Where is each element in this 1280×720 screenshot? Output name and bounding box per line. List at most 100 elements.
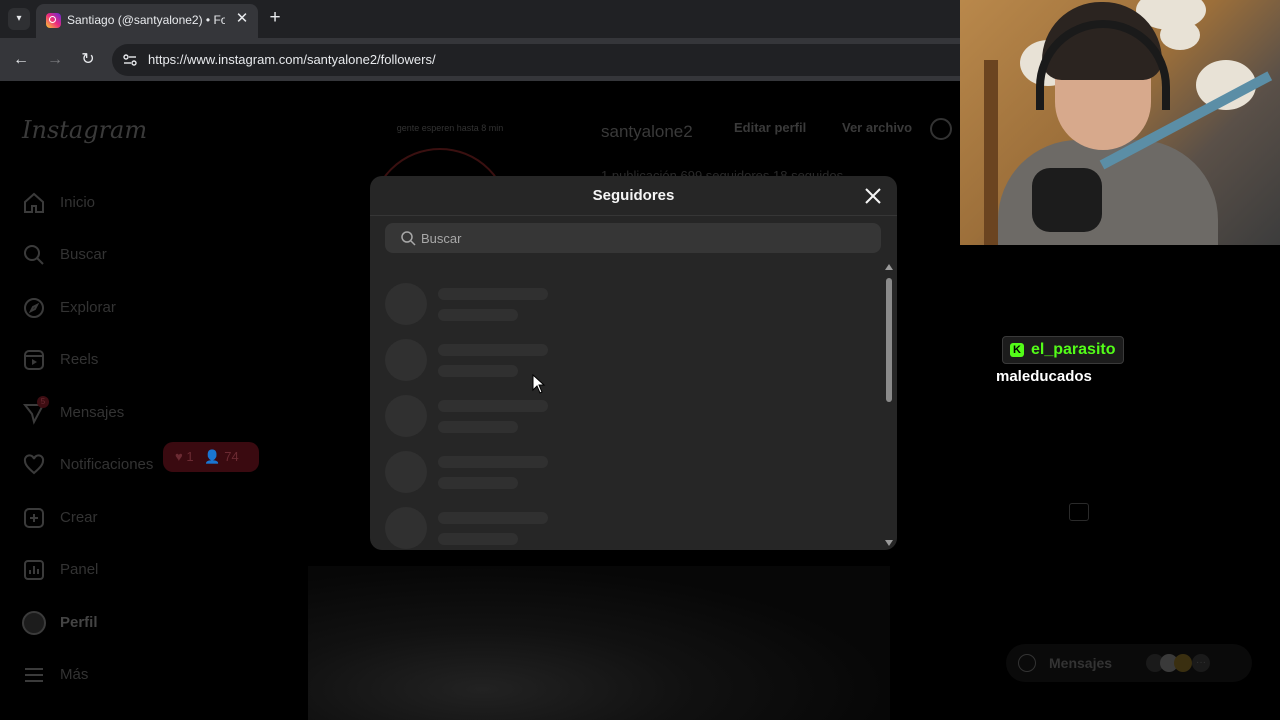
- person-small-icon: 👤: [204, 449, 221, 464]
- sidebar-item-perfil[interactable]: Perfil: [22, 608, 282, 638]
- scroll-down-arrow-icon[interactable]: [885, 540, 893, 546]
- sidebar-item-label: Inicio: [60, 194, 96, 211]
- sidebar-item-label: Mensajes: [60, 404, 125, 421]
- compass-icon: [24, 298, 44, 318]
- follower-skeleton-row: [385, 451, 845, 495]
- kick-logo-icon: K: [1010, 343, 1024, 357]
- followers-modal: Seguidores: [370, 176, 897, 550]
- instagram-sidebar: Instagram Inicio Buscar Explorar Reels M…: [0, 82, 300, 720]
- chart-icon: [24, 560, 44, 580]
- sidebar-item-label: Crear: [60, 509, 98, 526]
- follower-skeleton-row: [385, 283, 845, 327]
- sidebar-item-mas[interactable]: Más: [22, 660, 282, 690]
- browser-tab-active[interactable]: Santiago (@santyalone2) • Foto ✕: [36, 4, 258, 38]
- skeleton-line: [438, 477, 518, 489]
- sidebar-item-label: Perfil: [60, 614, 98, 631]
- url-text: https://www.instagram.com/santyalone2/fo…: [148, 52, 436, 67]
- modal-scrollbar[interactable]: [882, 264, 897, 550]
- back-arrow-icon[interactable]: ←: [10, 49, 32, 71]
- profile-note: gente esperen hasta 8 min: [396, 123, 504, 133]
- skeleton-line: [438, 288, 548, 300]
- wall-sticker: [1160, 20, 1200, 50]
- avatar-icon: [22, 611, 46, 635]
- skeleton-avatar: [385, 283, 427, 325]
- search-input[interactable]: [421, 223, 861, 253]
- sidebar-item-label: Reels: [60, 351, 99, 368]
- sidebar-item-label: Panel: [60, 561, 99, 578]
- follower-skeleton-row: [385, 395, 845, 439]
- followers-count: 74: [224, 449, 239, 464]
- new-tab-button[interactable]: +: [266, 8, 284, 28]
- skeleton-line: [438, 365, 518, 377]
- tab-close-icon[interactable]: ✕: [233, 10, 251, 28]
- skeleton-line: [438, 309, 518, 321]
- heart-small-icon: ♥: [175, 449, 183, 464]
- modal-header: Seguidores: [370, 176, 897, 216]
- scrollbar-thumb[interactable]: [886, 278, 892, 402]
- scroll-up-arrow-icon[interactable]: [885, 264, 893, 270]
- instagram-favicon-icon: [46, 13, 61, 28]
- search-icon: [24, 245, 44, 265]
- chat-username-badge: K el_parasito: [1002, 336, 1125, 364]
- close-icon[interactable]: [862, 185, 884, 207]
- sidebar-item-crear[interactable]: Crear: [22, 503, 282, 533]
- webcam-overlay: [960, 0, 1280, 245]
- profile-post-thumbnail: [308, 566, 890, 720]
- gear-icon: [930, 118, 952, 140]
- microphone-icon: [1032, 168, 1102, 232]
- messages-label: Mensajes: [1049, 655, 1113, 671]
- sidebar-item-label: Más: [60, 666, 89, 683]
- notifications-pill[interactable]: ♥ 1 👤 74: [163, 442, 259, 472]
- reload-icon[interactable]: ↻: [77, 49, 99, 71]
- chat-username: el_parasito: [1031, 341, 1116, 358]
- sidebar-item-panel[interactable]: Panel: [22, 555, 282, 585]
- sidebar-item-label: Notificaciones: [60, 456, 154, 473]
- sidebar-item-inicio[interactable]: Inicio: [22, 188, 282, 218]
- skeleton-line: [438, 533, 518, 545]
- messages-floating-button[interactable]: Mensajes ···: [1006, 644, 1252, 682]
- skeleton-avatar: [385, 339, 427, 381]
- guitar-neck: [984, 60, 998, 245]
- follower-skeleton-row: [385, 339, 845, 383]
- sidebar-item-explorar[interactable]: Explorar: [22, 293, 282, 323]
- reels-icon: [24, 350, 44, 370]
- messages-badge: 5: [37, 396, 49, 408]
- skeleton-line: [438, 456, 548, 468]
- chat-message: maleducados: [996, 368, 1092, 385]
- edit-profile-button: Editar perfil: [734, 120, 807, 135]
- modal-title: Seguidores: [592, 187, 675, 204]
- skeleton-line: [438, 344, 548, 356]
- skeleton-line: [438, 400, 548, 412]
- forward-arrow-icon[interactable]: →: [44, 49, 66, 71]
- instagram-logo[interactable]: Instagram: [22, 116, 147, 144]
- search-icon: [401, 231, 416, 246]
- skeleton-avatar: [385, 507, 427, 549]
- profile-username: santyalone2: [601, 122, 693, 141]
- site-settings-icon[interactable]: [122, 52, 138, 68]
- sidebar-item-label: Explorar: [60, 299, 116, 316]
- mouse-cursor-icon: [532, 374, 546, 394]
- skeleton-avatar: [385, 395, 427, 437]
- skeleton-line: [438, 512, 548, 524]
- likes-count: 1: [186, 449, 194, 464]
- sidebar-item-reels[interactable]: Reels: [22, 345, 282, 375]
- view-archive-button: Ver archivo: [842, 120, 913, 135]
- tagged-icon: [1069, 503, 1089, 521]
- menu-icon: [25, 668, 43, 682]
- more-icon: ···: [1192, 654, 1210, 672]
- skeleton-avatar: [385, 451, 427, 493]
- follower-skeleton-row: [385, 507, 845, 550]
- followers-search[interactable]: [385, 223, 881, 253]
- avatar: [1174, 654, 1192, 672]
- screen: ▾ Santiago (@santyalone2) • Foto ✕ + ← →…: [0, 0, 1280, 720]
- skeleton-line: [438, 421, 518, 433]
- messages-avatars: ···: [1146, 654, 1226, 672]
- heart-icon: [23, 454, 45, 475]
- messenger-icon: [1018, 654, 1036, 672]
- sidebar-item-mensajes[interactable]: Mensajes: [22, 398, 282, 428]
- tab-search-dropdown-button[interactable]: ▾: [8, 8, 30, 30]
- tab-title: Santiago (@santyalone2) • Foto: [67, 13, 225, 27]
- sidebar-item-buscar[interactable]: Buscar: [22, 240, 282, 270]
- sidebar-item-label: Buscar: [60, 246, 107, 263]
- home-icon: [24, 192, 44, 213]
